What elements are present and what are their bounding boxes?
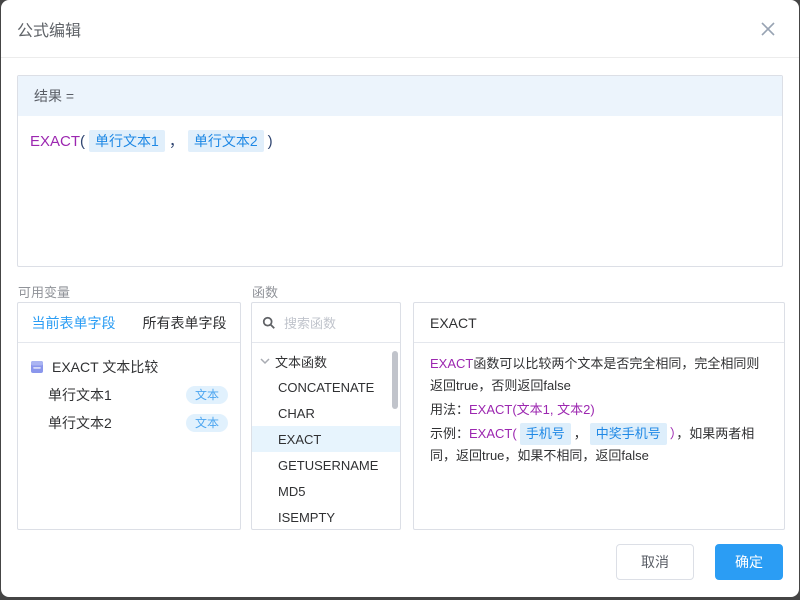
example-comma: ，	[574, 426, 587, 441]
chevron-down-icon	[260, 356, 270, 366]
tab-current-form-fields[interactable]: 当前表单字段	[18, 303, 129, 342]
tree-root-node[interactable]: EXACT 文本比较	[18, 353, 240, 381]
dialog-header: 公式编辑	[1, 0, 799, 58]
variables-tabs: 当前表单字段 所有表单字段	[18, 303, 240, 343]
detail-desc-text: 函数可以比较两个文本是否完全相同，完全相同则返回true，否则返回false	[430, 356, 759, 393]
formula-expression[interactable]: EXACT(单行文本1，单行文本2)	[18, 116, 782, 166]
function-item-char[interactable]: CHAR	[252, 400, 400, 426]
field-name: 单行文本2	[48, 413, 112, 433]
function-item-isempty[interactable]: ISEMPTY	[252, 504, 400, 530]
result-bar: 结果 =	[18, 76, 782, 116]
cancel-button[interactable]: 取消	[616, 544, 694, 580]
field-name: 单行文本1	[48, 385, 112, 405]
functions-label: 函数	[252, 282, 278, 301]
close-icon[interactable]	[757, 18, 779, 40]
function-detail-panel: EXACT EXACT函数可以比较两个文本是否完全相同，完全相同则返回true，…	[413, 302, 785, 530]
formula-editor[interactable]: 结果 = EXACT(单行文本1，单行文本2)	[17, 75, 783, 267]
scrollbar-thumb[interactable]	[392, 351, 398, 409]
formula-arg-chip[interactable]: 单行文本2	[188, 130, 264, 152]
detail-desc-fn: EXACT	[430, 356, 473, 371]
function-group-label: 文本函数	[275, 352, 327, 371]
example-label: 示例：	[430, 426, 469, 441]
detail-function-title: EXACT	[414, 303, 784, 343]
formula-edit-dialog: 公式编辑 结果 = EXACT(单行文本1，单行文本2) 可用变量 函数 当前表…	[1, 0, 799, 597]
example-arg-chip: 手机号	[520, 423, 571, 445]
field-type-badge: 文本	[186, 414, 228, 432]
form-doc-icon	[30, 360, 44, 374]
list-item[interactable]: 单行文本1 文本	[18, 381, 240, 409]
detail-desc-line: EXACT函数可以比较两个文本是否完全相同，完全相同则返回true，否则返回fa…	[430, 353, 768, 397]
function-list: 文本函数 CONCATENATE CHAR EXACT GETUSERNAME …	[252, 343, 400, 530]
variables-tree: EXACT 文本比较 单行文本1 文本 单行文本2 文本	[18, 343, 240, 437]
search-icon	[262, 316, 276, 330]
variables-panel: 当前表单字段 所有表单字段 EXACT 文本比较 单行文本1 文本 单行文本2 …	[17, 302, 241, 530]
result-label: 结果 =	[34, 86, 74, 106]
formula-function-name: EXACT	[30, 133, 80, 150]
formula-arg-chip[interactable]: 单行文本1	[89, 130, 165, 152]
formula-paren-open: (	[80, 133, 85, 150]
field-type-badge: 文本	[186, 386, 228, 404]
detail-usage-line: 用法：EXACT(文本1, 文本2)	[430, 399, 768, 421]
usage-label: 用法：	[430, 402, 469, 417]
confirm-button[interactable]: 确定	[715, 544, 783, 580]
formula-comma: ，	[169, 133, 184, 150]
example-fn: EXACT(	[469, 426, 517, 441]
page-title: 公式编辑	[17, 17, 81, 41]
dialog-footer: 取消 确定	[616, 544, 783, 580]
function-item-exact[interactable]: EXACT	[252, 426, 400, 452]
function-item-md5[interactable]: MD5	[252, 478, 400, 504]
tab-all-form-fields[interactable]: 所有表单字段	[129, 303, 240, 342]
tree-root-label: EXACT 文本比较	[52, 357, 158, 377]
usage-code: EXACT(文本1, 文本2)	[469, 402, 595, 417]
search-input[interactable]: 搜索函数	[284, 313, 336, 332]
detail-example-line: 示例：EXACT(手机号，中奖手机号），如果两者相同，返回true，如果不相同，…	[430, 423, 768, 467]
function-group-text[interactable]: 文本函数	[252, 348, 400, 374]
functions-panel: 搜索函数 文本函数 CONCATENATE CHAR EXACT GETUSER…	[251, 302, 401, 530]
function-search[interactable]: 搜索函数	[252, 303, 400, 343]
list-item[interactable]: 单行文本2 文本	[18, 409, 240, 437]
formula-paren-close: )	[268, 133, 273, 150]
function-item-concatenate[interactable]: CONCATENATE	[252, 374, 400, 400]
function-item-getusername[interactable]: GETUSERNAME	[252, 452, 400, 478]
example-arg-chip: 中奖手机号	[590, 423, 667, 445]
variables-label: 可用变量	[18, 282, 70, 301]
detail-description: EXACT函数可以比较两个文本是否完全相同，完全相同则返回true，否则返回fa…	[414, 343, 784, 479]
